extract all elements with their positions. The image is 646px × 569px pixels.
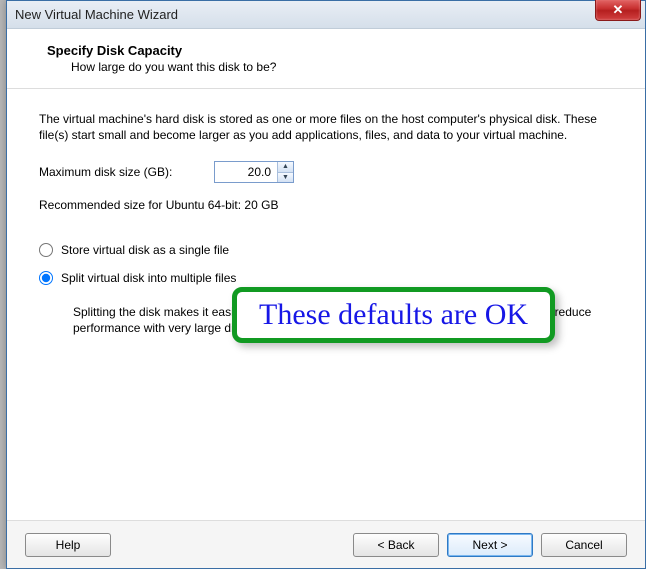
page-title: Specify Disk Capacity <box>47 43 623 58</box>
button-bar: Help < Back Next > Cancel <box>7 520 645 568</box>
spinner-buttons: ▲ ▼ <box>277 162 293 182</box>
radio-split-files[interactable] <box>39 271 53 285</box>
annotation-callout: These defaults are OK <box>232 287 555 343</box>
radio-split-files-row[interactable]: Split virtual disk into multiple files <box>39 270 613 286</box>
spinner-up-icon[interactable]: ▲ <box>278 162 293 173</box>
close-icon: ✕ <box>613 2 624 18</box>
radio-single-file[interactable] <box>39 243 53 257</box>
radio-single-file-row[interactable]: Store virtual disk as a single file <box>39 242 613 258</box>
wizard-window: New Virtual Machine Wizard ✕ Specify Dis… <box>6 0 646 569</box>
header-block: Specify Disk Capacity How large do you w… <box>7 29 645 89</box>
page-subtitle: How large do you want this disk to be? <box>47 60 623 74</box>
annotation-text: These defaults are OK <box>259 298 528 331</box>
back-button[interactable]: < Back <box>353 533 439 557</box>
description-text: The virtual machine's hard disk is store… <box>39 111 613 143</box>
next-button[interactable]: Next > <box>447 533 533 557</box>
radio-split-files-label: Split virtual disk into multiple files <box>61 270 236 286</box>
disk-size-label: Maximum disk size (GB): <box>39 164 204 180</box>
help-button[interactable]: Help <box>25 533 111 557</box>
disk-size-spinner[interactable]: ▲ ▼ <box>214 161 294 183</box>
recommended-text: Recommended size for Ubuntu 64-bit: 20 G… <box>39 197 613 213</box>
disk-size-row: Maximum disk size (GB): ▲ ▼ <box>39 161 613 183</box>
window-title: New Virtual Machine Wizard <box>15 7 178 22</box>
close-button[interactable]: ✕ <box>595 0 641 21</box>
disk-size-input[interactable] <box>215 162 277 182</box>
titlebar: New Virtual Machine Wizard ✕ <box>7 1 645 29</box>
spinner-down-icon[interactable]: ▼ <box>278 173 293 183</box>
radio-single-file-label: Store virtual disk as a single file <box>61 242 229 258</box>
cancel-button[interactable]: Cancel <box>541 533 627 557</box>
